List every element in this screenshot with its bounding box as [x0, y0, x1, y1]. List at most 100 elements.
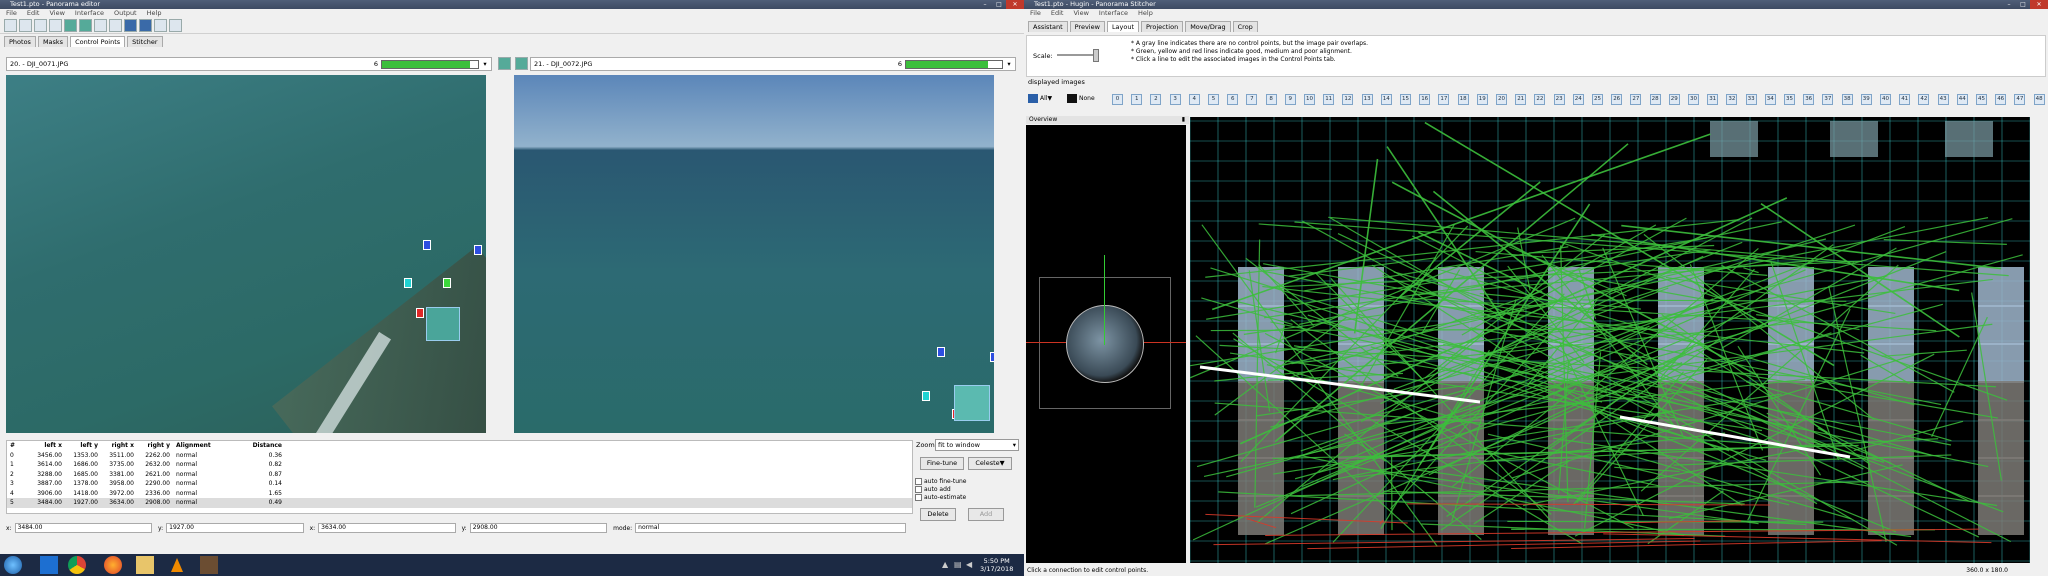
images-icon[interactable] — [109, 18, 122, 32]
image-toggle-48[interactable]: 48 — [2033, 94, 2045, 105]
image-toggle-11[interactable]: 11 — [1323, 94, 1335, 105]
volume-icon[interactable]: ◀ — [966, 560, 972, 569]
control-point[interactable] — [922, 391, 930, 401]
image-toggle-22[interactable]: 22 — [1534, 94, 1546, 105]
minimize-icon[interactable]: – — [2002, 0, 2016, 9]
minimize-icon[interactable]: – — [978, 0, 992, 9]
redo-icon[interactable] — [79, 18, 92, 32]
new-icon[interactable] — [4, 18, 17, 32]
image-toggle-46[interactable]: 46 — [1995, 94, 2007, 105]
header-distance[interactable]: Distance — [236, 441, 282, 451]
image-toggle-23[interactable]: 23 — [1553, 94, 1565, 105]
tab-projection[interactable]: Projection — [1141, 21, 1184, 32]
menu-file[interactable]: File — [1030, 9, 1041, 17]
image-toggle-30[interactable]: 30 — [1688, 94, 1699, 105]
control-point[interactable] — [937, 347, 945, 357]
image-toggle-7[interactable]: 7 — [1246, 94, 1258, 105]
menu-view[interactable]: View — [49, 9, 64, 17]
start-icon[interactable] — [4, 556, 22, 574]
table-row[interactable]: 2 3288.00 1685.00 3381.00 2621.00 normal 0.87 — [7, 470, 912, 480]
image-toggle-43[interactable]: 43 — [1937, 94, 1949, 105]
image-toggle-14[interactable]: 14 — [1380, 94, 1392, 105]
connection-graph[interactable] — [1190, 117, 2030, 563]
y-field[interactable]: 1927.00 — [166, 523, 304, 533]
overview-canvas[interactable] — [1026, 125, 1186, 563]
tab-photos[interactable]: Photos — [4, 36, 36, 47]
image-toggle-24[interactable]: 24 — [1572, 94, 1584, 105]
tab-preview[interactable]: Preview — [1069, 21, 1105, 32]
stitch-icon[interactable] — [169, 18, 182, 32]
tab-masks[interactable]: Masks — [37, 36, 69, 47]
image-toggle-40[interactable]: 40 — [1880, 94, 1891, 105]
right-image-canvas[interactable] — [514, 75, 994, 433]
menu-edit[interactable]: Edit — [1051, 9, 1064, 17]
image-toggle-28[interactable]: 28 — [1649, 94, 1661, 105]
image-toggle-4[interactable]: 4 — [1188, 94, 1200, 105]
close-icon[interactable]: ✕ — [2030, 0, 2048, 9]
image-toggle-10[interactable]: 10 — [1304, 94, 1315, 105]
menu-view[interactable]: View — [1073, 9, 1088, 17]
fine-tune-button[interactable]: Fine-tune — [920, 457, 964, 470]
auto-estimate-checkbox[interactable]: auto-estimate — [915, 494, 966, 501]
add-button[interactable]: Add — [968, 508, 1004, 521]
image-tile[interactable] — [1438, 495, 1484, 535]
tab-move-drag[interactable]: Move/Drag — [1185, 21, 1231, 32]
header-right-y[interactable]: right y — [134, 441, 170, 451]
image-toggle-47[interactable]: 47 — [2014, 94, 2026, 105]
undo-icon[interactable] — [64, 18, 77, 32]
fast-preview-icon[interactable] — [139, 18, 152, 32]
image-toggle-27[interactable]: 27 — [1630, 94, 1642, 105]
image-tile[interactable] — [1868, 495, 1914, 535]
maximize-icon[interactable]: □ — [2016, 0, 2030, 9]
close-icon[interactable]: ✕ — [1006, 0, 1024, 9]
image-toggle-3[interactable]: 3 — [1169, 94, 1181, 105]
image-toggle-37[interactable]: 37 — [1822, 94, 1834, 105]
image-toggle-21[interactable]: 21 — [1515, 94, 1527, 105]
scale-slider[interactable] — [1057, 54, 1097, 56]
image-toggle-9[interactable]: 9 — [1284, 94, 1296, 105]
image-toggle-0[interactable]: 0 — [1112, 94, 1123, 105]
menu-interface[interactable]: Interface — [75, 9, 104, 17]
image-toggle-39[interactable]: 39 — [1860, 94, 1872, 105]
menu-file[interactable]: File — [6, 9, 17, 17]
chrome-icon[interactable] — [68, 556, 86, 574]
image-toggle-6[interactable]: 6 — [1227, 94, 1239, 105]
previous-pair-icon[interactable] — [498, 57, 511, 70]
table-row[interactable]: 1 3614.00 1686.00 3735.00 2632.00 normal 0.82 — [7, 460, 912, 470]
image-toggle-16[interactable]: 16 — [1419, 94, 1431, 105]
image-toggle-18[interactable]: 18 — [1457, 94, 1469, 105]
image-toggle-17[interactable]: 17 — [1438, 94, 1450, 105]
tab-stitcher[interactable]: Stitcher — [127, 36, 163, 47]
image-toggle-44[interactable]: 44 — [1956, 94, 1968, 105]
all-button[interactable]: All▼ — [1028, 93, 1052, 103]
file-explorer-icon[interactable] — [136, 556, 154, 574]
auto-fine-tune-checkbox[interactable]: auto fine-tune — [915, 478, 967, 485]
zoom-select[interactable]: fit to window ▾ — [935, 439, 1019, 451]
control-point[interactable] — [404, 278, 412, 288]
image-toggle-34[interactable]: 34 — [1764, 94, 1776, 105]
firefox-icon[interactable] — [104, 556, 122, 574]
image-toggle-35[interactable]: 35 — [1784, 94, 1795, 105]
vertical-scrollbar[interactable] — [2032, 117, 2044, 563]
table-row[interactable]: 3 3887.00 1378.00 3958.00 2290.00 normal 0.14 — [7, 479, 912, 489]
menu-interface[interactable]: Interface — [1099, 9, 1128, 17]
preview-icon[interactable] — [124, 18, 137, 32]
image-toggle-2[interactable]: 2 — [1150, 94, 1162, 105]
table-row[interactable]: 0 3456.00 1353.00 3511.00 2262.00 normal 0.36 — [7, 451, 912, 461]
scale-slider-handle[interactable] — [1093, 49, 1099, 62]
header-alignment[interactable]: Alignment — [170, 441, 236, 451]
image-tile[interactable] — [1978, 381, 2024, 421]
control-point[interactable] — [990, 352, 994, 362]
image-toggle-42[interactable]: 42 — [1918, 94, 1930, 105]
menu-edit[interactable]: Edit — [27, 9, 40, 17]
image-toggle-5[interactable]: 5 — [1208, 94, 1219, 105]
control-point[interactable] — [423, 240, 431, 250]
vlc-icon[interactable] — [168, 556, 186, 574]
image-toggle-32[interactable]: 32 — [1726, 94, 1738, 105]
table-row[interactable]: 4 3906.00 1418.00 3972.00 2336.00 normal 1.65 — [7, 489, 912, 499]
windows-logo-icon[interactable] — [40, 556, 58, 574]
menu-help[interactable]: Help — [147, 9, 162, 17]
mode-select[interactable]: normal — [635, 523, 907, 533]
clock[interactable]: 5:50 PM 3/17/2018 — [980, 557, 1013, 573]
delete-button[interactable]: Delete — [920, 508, 956, 521]
